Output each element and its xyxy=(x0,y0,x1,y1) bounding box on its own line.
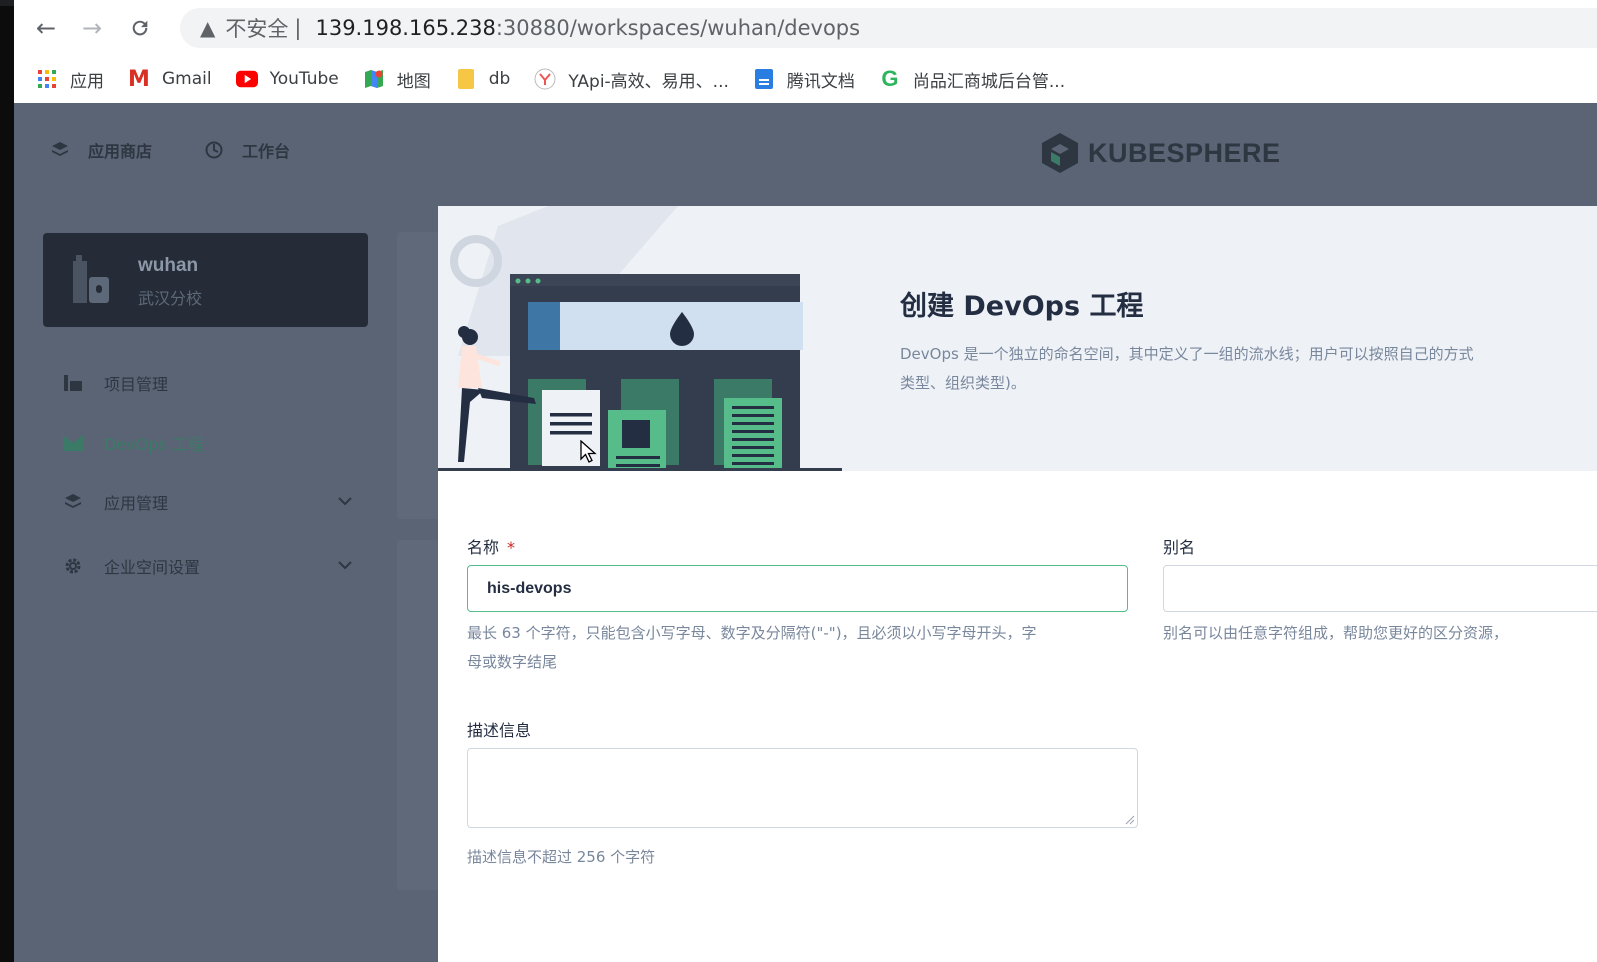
bookmark-label: YouTube xyxy=(269,69,339,89)
reload-button[interactable] xyxy=(124,12,156,44)
app-store-icon xyxy=(50,140,70,160)
sidebar-item-label: 应用管理 xyxy=(104,494,169,513)
bookmark-shangpinhui[interactable]: G 尚品汇商城后台管... xyxy=(879,66,1066,92)
url-separator: | xyxy=(294,16,302,40)
sidebar-item-projects[interactable]: 项目管理 xyxy=(62,371,352,395)
back-button[interactable]: ← xyxy=(30,12,62,44)
nav-workbench[interactable]: 工作台 xyxy=(204,138,290,162)
app-manage-icon xyxy=(62,491,84,513)
sidebar-item-workspace-settings[interactable]: 企业空间设置 xyxy=(62,554,352,578)
nav-app-store[interactable]: 应用商店 xyxy=(50,138,152,162)
mouse-cursor-icon xyxy=(580,440,597,463)
project-icon xyxy=(62,372,84,394)
url-bar[interactable]: ▲ 不安全 | 139.198.165.238 :30880/workspace… xyxy=(180,8,1597,48)
chevron-down-icon xyxy=(338,558,352,574)
description-textarea[interactable] xyxy=(467,748,1138,828)
bookmark-apps[interactable]: 应用 xyxy=(36,67,104,92)
workbench-icon xyxy=(204,140,224,160)
chevron-down-icon xyxy=(338,494,352,510)
folder-icon xyxy=(455,68,477,90)
warning-triangle-icon: ▲ xyxy=(200,16,216,40)
sidebar-item-app-management[interactable]: 应用管理 xyxy=(62,490,352,514)
yapi-icon xyxy=(534,68,556,90)
devops-icon xyxy=(62,432,84,454)
forward-button[interactable]: → xyxy=(76,12,108,44)
kubesphere-logo-icon xyxy=(1042,133,1078,173)
bookmark-yapi[interactable]: YApi-高效、易用、... xyxy=(534,67,729,92)
top-nav: 应用商店 工作台 xyxy=(50,138,342,162)
sidebar-item-label: 项目管理 xyxy=(104,375,169,394)
workspace-icon xyxy=(71,255,111,309)
youtube-icon xyxy=(235,68,258,90)
reload-icon xyxy=(132,20,148,36)
name-hint-line: 最长 63 个字符，只能包含小写字母、数字及分隔符("-")，且必须以小写字母开… xyxy=(467,624,1037,642)
description-field-hint: 描述信息不超过 256 个字符 xyxy=(467,848,656,866)
kubesphere-logo[interactable]: KUBESPHERE xyxy=(1040,132,1281,174)
bookmark-label: YApi-高效、易用、... xyxy=(568,71,729,92)
bookmark-label: 应用 xyxy=(70,71,104,92)
bookmark-label: 地图 xyxy=(396,71,431,92)
url-host: 139.198.165.238 xyxy=(315,16,496,40)
bookmark-youtube[interactable]: YouTube xyxy=(235,68,339,90)
bookmark-tencent-docs[interactable]: 腾讯文档 xyxy=(753,67,855,92)
workspace-card[interactable]: wuhan 武汉分校 xyxy=(43,233,368,327)
name-input[interactable]: his-devops xyxy=(467,565,1128,612)
bookmark-label: 腾讯文档 xyxy=(786,71,855,92)
name-field-hint: 最长 63 个字符，只能包含小写字母、数字及分隔符("-")，且必须以小写字母开… xyxy=(467,619,1137,677)
modal-header: 创建 DevOps 工程 DevOps 是一个独立的命名空间，其中定义了一组的流… xyxy=(438,206,1597,471)
name-field-label: 名称 * xyxy=(467,534,515,558)
bookmark-label: Gmail xyxy=(162,69,212,89)
create-devops-modal: 创建 DevOps 工程 DevOps 是一个独立的命名空间，其中定义了一组的流… xyxy=(438,206,1597,962)
workspace-description: 武汉分校 xyxy=(138,289,203,308)
name-label-text: 名称 xyxy=(467,538,500,557)
alias-field-label: 别名 xyxy=(1163,538,1196,557)
maps-icon xyxy=(363,68,385,90)
apps-grid-icon xyxy=(36,68,58,90)
modal-description-line: 类型、组织类型)。 xyxy=(900,374,1026,392)
devops-illustration xyxy=(438,206,842,471)
workspace-name: wuhan xyxy=(138,255,199,276)
resize-handle-icon[interactable] xyxy=(1123,813,1135,825)
browser-toolbar: ← → ▲ 不安全 | 139.198.165.238 :30880/works… xyxy=(14,0,1597,55)
alias-field-hint: 别名可以由任意字符组成，帮助您更好的区分资源， xyxy=(1163,624,1509,642)
gmail-icon: M xyxy=(128,66,150,92)
bookmark-label: db xyxy=(488,69,511,89)
bookmarks-bar: 应用 M Gmail YouTube 地图 db YApi-高效、易用、... … xyxy=(14,55,1597,103)
bookmark-maps[interactable]: 地图 xyxy=(363,67,431,92)
modal-description-line: DevOps 是一个独立的命名空间，其中定义了一组的流水线；用户可以按照自己的方… xyxy=(900,345,1474,363)
required-marker: * xyxy=(507,538,516,557)
name-hint-line: 母或数字结尾 xyxy=(467,653,558,671)
nav-label: 工作台 xyxy=(242,142,291,161)
sidebar-item-devops[interactable]: DevOps 工程 xyxy=(62,431,352,455)
sidebar-item-label: DevOps 工程 xyxy=(104,435,204,454)
alias-input[interactable] xyxy=(1163,565,1597,612)
bookmark-label: 尚品汇商城后台管... xyxy=(912,71,1066,92)
modal-title: 创建 DevOps 工程 xyxy=(900,291,1144,322)
sidebar-item-label: 企业空间设置 xyxy=(104,558,201,577)
tencent-docs-icon xyxy=(753,68,775,90)
description-field-label: 描述信息 xyxy=(467,721,532,740)
gear-icon xyxy=(62,555,84,577)
nav-label: 应用商店 xyxy=(88,142,153,161)
url-path: :30880/workspaces/wuhan/devops xyxy=(495,16,861,40)
logo-text: KUBESPHERE xyxy=(1088,137,1281,168)
url-insecure-label: 不安全 xyxy=(225,17,289,41)
bookmark-db[interactable]: db xyxy=(455,68,511,90)
modal-description: DevOps 是一个独立的命名空间，其中定义了一组的流水线；用户可以按照自己的方… xyxy=(900,340,1597,398)
g-icon: G xyxy=(881,66,899,91)
bookmark-gmail[interactable]: M Gmail xyxy=(128,66,212,92)
